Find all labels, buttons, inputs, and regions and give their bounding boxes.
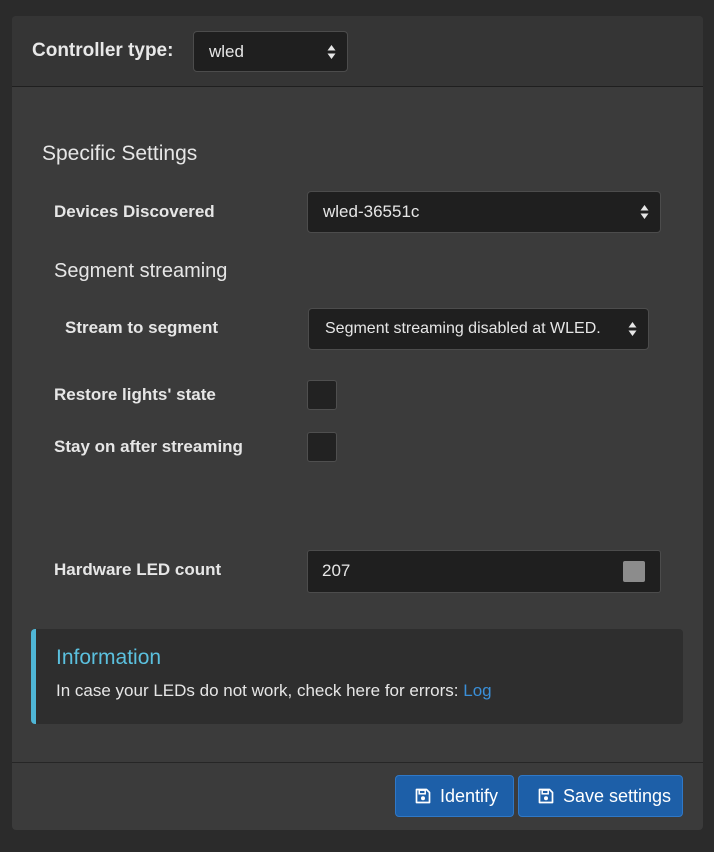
stay-on-after-streaming-checkbox[interactable] — [307, 432, 337, 462]
information-message: In case your LEDs do not work, check her… — [56, 681, 464, 700]
led-color-swatch[interactable] — [623, 561, 645, 582]
footer-divider — [12, 762, 703, 763]
hardware-led-count-field[interactable] — [307, 550, 661, 593]
up-down-arrows-icon — [640, 205, 649, 219]
controller-type-value: wled — [209, 41, 244, 61]
segment-streaming-heading: Segment streaming — [54, 260, 228, 282]
restore-lights-state-checkbox[interactable] — [307, 380, 337, 410]
stream-to-segment-label: Stream to segment — [65, 318, 219, 337]
hardware-led-count-label: Hardware LED count — [54, 560, 222, 579]
controller-type-label: Controller type: — [32, 40, 174, 61]
devices-discovered-value: wled-36551c — [323, 202, 420, 221]
floppy-disk-icon — [538, 788, 554, 804]
up-down-arrows-icon — [327, 44, 336, 59]
save-settings-button-label: Save settings — [563, 785, 672, 806]
information-text: In case your LEDs do not work, check her… — [56, 681, 492, 701]
stay-on-after-streaming-label: Stay on after streaming — [54, 437, 243, 456]
controller-type-select[interactable]: wled — [193, 31, 348, 72]
floppy-disk-icon — [415, 788, 431, 804]
stream-to-segment-value: Segment streaming disabled at WLED. — [325, 320, 601, 337]
panel-header: Controller type: wled — [12, 16, 703, 87]
devices-discovered-label: Devices Discovered — [54, 202, 215, 221]
identify-button-label: Identify — [440, 785, 499, 806]
save-settings-button[interactable]: Save settings — [518, 775, 683, 817]
log-link[interactable]: Log — [463, 681, 491, 700]
stream-to-segment-select[interactable]: Segment streaming disabled at WLED. — [308, 308, 649, 350]
restore-lights-state-label: Restore lights' state — [54, 385, 216, 404]
settings-panel: Controller type: wled Specific Settings … — [12, 16, 703, 830]
devices-discovered-select[interactable]: wled-36551c — [307, 191, 661, 233]
identify-button[interactable]: Identify — [395, 775, 514, 817]
specific-settings-heading: Specific Settings — [42, 142, 198, 165]
up-down-arrows-icon — [628, 322, 637, 336]
information-box: Information In case your LEDs do not wor… — [31, 629, 683, 724]
hardware-led-count-input[interactable] — [322, 559, 602, 583]
information-title: Information — [56, 646, 162, 669]
